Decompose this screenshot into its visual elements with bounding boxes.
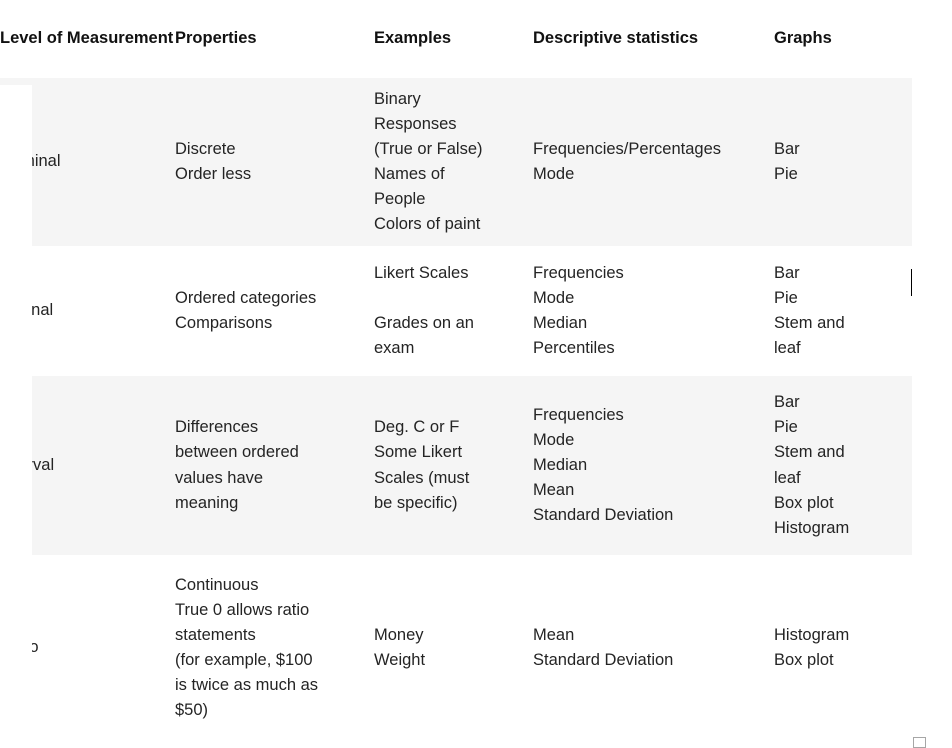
cell-examples: Money Weight xyxy=(374,625,426,669)
cell-properties: Differences between ordered values have … xyxy=(175,376,374,555)
cell-spacer xyxy=(912,78,952,246)
column-header-level-of-measurement: Level of Measurement xyxy=(0,0,175,78)
cell-level: Nominal xyxy=(0,78,175,246)
cell-properties: Ordered categories Comparisons xyxy=(175,288,317,332)
table-row: Nominal Discrete Order less Binary Respo… xyxy=(0,78,952,246)
column-header-spacer xyxy=(912,0,952,78)
table-row: Ratio Continuous True 0 allows ratio sta… xyxy=(0,555,952,741)
cell-graphs: Histogram Box plot xyxy=(774,625,850,669)
cell-graphs: Bar Pie Stem and leaf xyxy=(774,263,845,358)
cell-level: Interval xyxy=(0,376,175,555)
cell-descriptive-statistics: Frequencies Mode Median Mean Standard De… xyxy=(533,376,774,555)
cell-spacer xyxy=(912,555,952,741)
cell-graphs: Bar Pie xyxy=(774,78,912,246)
cell-descriptive-statistics: Frequencies Mode Median Percentiles xyxy=(533,263,624,358)
table-row: Ordinal Ordered categories Comparisons L… xyxy=(0,246,952,376)
table-header: Level of Measurement Properties Examples… xyxy=(0,0,952,78)
cell-descriptive-statistics: Frequencies/Percentages Mode xyxy=(533,78,774,246)
cell-spacer xyxy=(912,376,952,555)
cell-spacer xyxy=(912,246,952,376)
levels-of-measurement-table: Level of Measurement Properties Examples… xyxy=(0,0,952,741)
column-header-examples: Examples xyxy=(374,0,533,78)
column-header-properties: Properties xyxy=(175,0,374,78)
cell-examples: Deg. C or F Some Likert Scales (must be … xyxy=(374,376,533,555)
column-header-graphs: Graphs xyxy=(774,0,912,78)
cell-properties: Discrete Order less xyxy=(175,78,374,246)
cell-graphs: Bar Pie Stem and leaf Box plot Histogram xyxy=(774,376,912,555)
table-header-row: Level of Measurement Properties Examples… xyxy=(0,0,952,78)
resize-handle[interactable] xyxy=(913,737,926,748)
text-cursor-caret xyxy=(911,269,912,296)
cell-examples: Binary Responses (True or False) Names o… xyxy=(374,78,533,246)
cell-examples: Likert Scales Grades on an exam xyxy=(374,263,474,358)
table-row: Interval Differences between ordered val… xyxy=(0,376,952,555)
cell-level: Ordinal xyxy=(0,301,54,320)
cell-descriptive-statistics: Mean Standard Deviation xyxy=(533,625,674,669)
cell-level: Ratio xyxy=(0,638,39,657)
cell-properties: Continuous True 0 allows ratio statement… xyxy=(175,575,319,720)
column-header-descriptive-statistics: Descriptive statistics xyxy=(533,0,774,78)
table-body: Nominal Discrete Order less Binary Respo… xyxy=(0,78,952,741)
